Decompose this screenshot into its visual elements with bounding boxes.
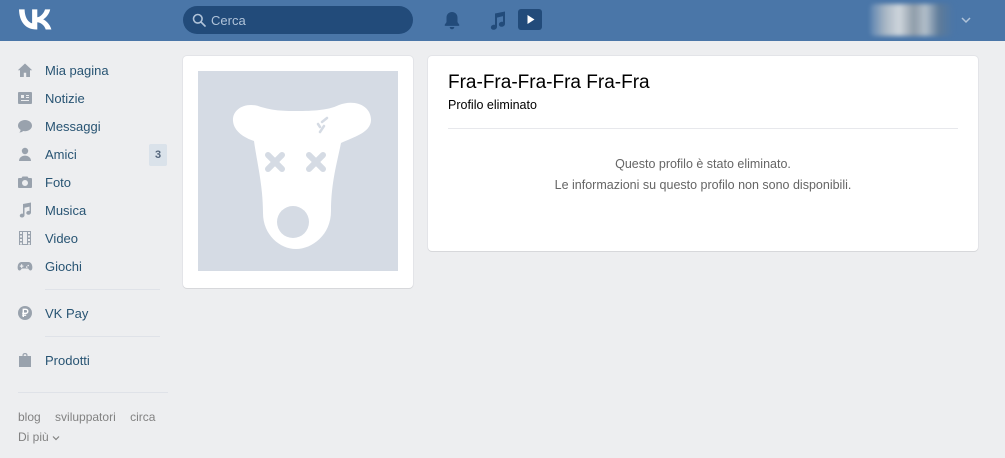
profile-photo-card: [183, 56, 413, 288]
home-icon: [17, 63, 33, 77]
deleted-message-line1: Questo profilo è stato eliminato.: [615, 157, 791, 171]
top-header: [0, 0, 1005, 41]
deleted-profile-photo: [198, 71, 398, 271]
news-icon: [18, 92, 32, 104]
sidebar-item-my-page[interactable]: Mia pagina: [12, 56, 172, 84]
bell-icon[interactable]: [440, 9, 464, 33]
user-avatar-menu[interactable]: [870, 4, 954, 36]
music-note-icon[interactable]: [486, 9, 510, 33]
chevron-down-icon: [52, 435, 60, 441]
sidebar-item-photos[interactable]: Foto: [12, 168, 172, 196]
sidebar-divider: [45, 336, 160, 337]
chevron-down-icon[interactable]: [960, 15, 972, 25]
sidebar-item-label: Video: [45, 231, 79, 246]
sidebar-item-vk-pay[interactable]: VK Pay: [12, 299, 172, 327]
footer-link-about[interactable]: circa: [130, 410, 155, 424]
gamepad-icon: [17, 262, 33, 271]
sidebar-item-news[interactable]: Notizie: [12, 84, 172, 112]
sidebar-item-video[interactable]: Video: [12, 224, 172, 252]
sidebar-footer-links: blog sviluppatori circa: [18, 410, 155, 424]
footer-link-developers[interactable]: sviluppatori: [55, 410, 116, 424]
search-input[interactable]: [211, 6, 406, 34]
camera-icon: [18, 176, 32, 188]
sidebar-item-label: Amici: [45, 147, 77, 162]
sidebar-item-music[interactable]: Musica: [12, 196, 172, 224]
sidebar-item-messages[interactable]: Messaggi: [12, 112, 172, 140]
search-icon: [192, 13, 206, 27]
deleted-message-line2: Le informazioni su questo profilo non so…: [554, 178, 852, 192]
footer-more-dropdown[interactable]: Di più: [18, 430, 60, 444]
sidebar-item-label: Mia pagina: [45, 63, 109, 78]
profile-name: Fra-Fra-Fra-Fra Fra-Fra: [448, 72, 650, 93]
info-divider: [448, 128, 958, 129]
sidebar-item-label: Messaggi: [45, 119, 101, 134]
vk-logo-icon[interactable]: [17, 8, 53, 32]
sidebar-item-label: Prodotti: [45, 353, 90, 368]
sidebar-divider: [18, 392, 168, 393]
profile-status: Profilo eliminato: [448, 98, 537, 112]
sidebar-item-friends[interactable]: Amici 3: [12, 140, 172, 168]
sidebar-item-games[interactable]: Giochi: [12, 252, 172, 280]
video-play-button[interactable]: [518, 9, 542, 30]
footer-link-blog[interactable]: blog: [18, 410, 41, 424]
search-box[interactable]: [183, 6, 413, 34]
sidebar-item-label: Giochi: [45, 259, 82, 274]
sidebar-item-label: Foto: [45, 175, 72, 190]
film-icon: [19, 231, 31, 245]
bag-icon: [19, 353, 31, 367]
sidebar-item-label: VK Pay: [45, 306, 89, 321]
footer-more-label: Di più: [18, 430, 49, 444]
play-icon: [527, 15, 535, 24]
sidebar-item-label: Musica: [45, 203, 87, 218]
deleted-dog-icon: [232, 102, 371, 249]
friends-icon: [19, 147, 31, 161]
music-icon: [19, 202, 31, 218]
messages-icon: [18, 120, 32, 133]
sidebar-item-products[interactable]: Prodotti: [12, 346, 172, 374]
profile-info-card: Fra-Fra-Fra-Fra Fra-Fra Profilo eliminat…: [428, 56, 978, 251]
friends-count-badge: 3: [149, 144, 167, 166]
sidebar-item-label: Notizie: [45, 91, 85, 106]
sidebar-divider: [45, 289, 160, 290]
ruble-icon: [18, 306, 32, 320]
